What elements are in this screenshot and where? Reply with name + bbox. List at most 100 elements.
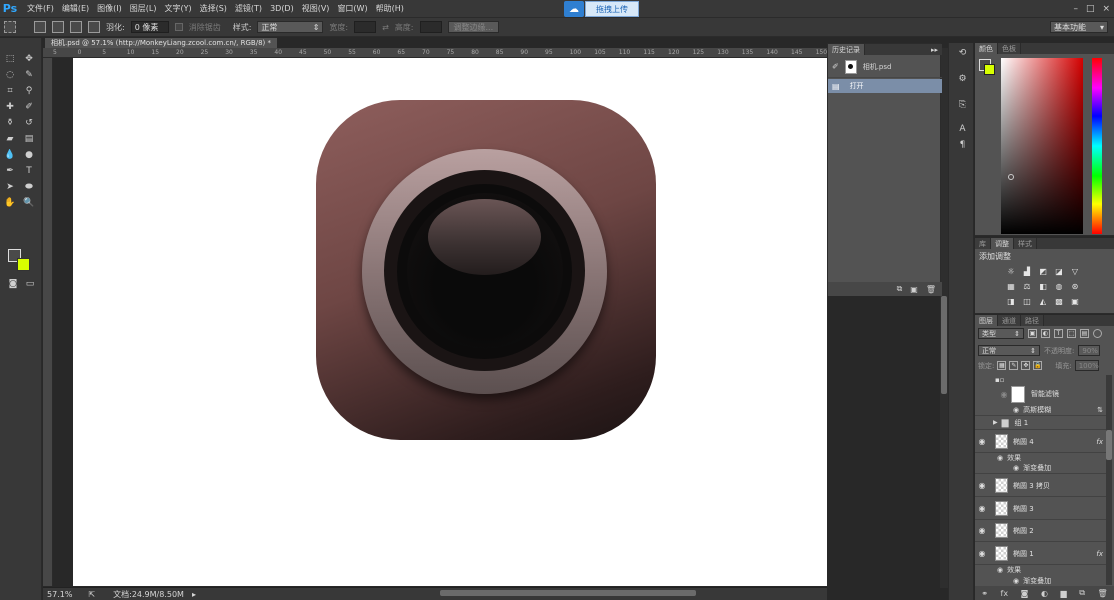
tab-adjustments[interactable]: 调整: [991, 238, 1014, 249]
healing-brush-tool-icon[interactable]: ✚: [3, 100, 17, 114]
menu-view[interactable]: 视图(V): [298, 3, 334, 14]
canvas-area[interactable]: [54, 58, 827, 586]
lock-position-icon[interactable]: ✥: [1021, 361, 1031, 370]
type-tool-icon[interactable]: T: [22, 164, 36, 178]
menu-select[interactable]: 选择(S): [196, 3, 231, 14]
add-selection-icon[interactable]: [52, 21, 64, 33]
fx-icon[interactable]: fx: [1096, 438, 1103, 446]
history-brush-source-icon[interactable]: ✐: [832, 62, 839, 71]
clone-source-icon[interactable]: ⎘: [956, 99, 969, 111]
history-snapshot[interactable]: ✐ 相机.psd: [828, 56, 942, 78]
tab-channels[interactable]: 通道: [998, 315, 1021, 326]
color-saturation-field[interactable]: [1001, 58, 1083, 234]
clone-stamp-tool-icon[interactable]: ⚱: [3, 116, 17, 130]
quick-select-tool-icon[interactable]: ✎: [22, 68, 36, 82]
group-expand-icon[interactable]: ▶: [993, 419, 998, 426]
crop-tool-icon[interactable]: ⌗: [3, 84, 17, 98]
marquee-tool-preset-icon[interactable]: [4, 21, 16, 33]
new-layer-icon[interactable]: ⧉: [1079, 588, 1085, 598]
layer-group-1[interactable]: ▶ ▆ 组 1: [975, 416, 1106, 430]
intersect-selection-icon[interactable]: [88, 21, 100, 33]
gradient-overlay-row[interactable]: ◉ 渐变叠加: [975, 575, 1106, 586]
refine-edge-button[interactable]: 调整边缘...: [447, 21, 500, 33]
trash-icon[interactable]: 🗑: [926, 285, 936, 294]
eye-icon[interactable]: ◉: [997, 454, 1003, 462]
lock-all-icon[interactable]: 🔒: [1033, 361, 1043, 370]
eye-icon[interactable]: ◉: [975, 526, 989, 535]
zoom-level[interactable]: 57.1%: [47, 590, 72, 599]
tab-history[interactable]: 历史记录: [828, 44, 865, 55]
blend-mode-select[interactable]: 正常 ⇕: [978, 345, 1040, 356]
filter-blending-options-icon[interactable]: ⇅: [1097, 406, 1103, 414]
dodge-tool-icon[interactable]: ●: [22, 148, 36, 162]
history-brush-tool-icon[interactable]: ↺: [22, 116, 36, 130]
feather-input[interactable]: 0 像素: [130, 21, 169, 33]
layer-filter-select[interactable]: 类型 ⇕: [978, 328, 1024, 339]
horizontal-scrollbar[interactable]: [440, 590, 696, 596]
layer-ellipse-3[interactable]: ◉ 椭圆 3: [975, 498, 1106, 520]
posterize-icon[interactable]: ◫: [1021, 295, 1033, 307]
menu-image[interactable]: 图像(I): [93, 3, 126, 14]
invert-icon[interactable]: ◨: [1005, 295, 1017, 307]
subtract-selection-icon[interactable]: [70, 21, 82, 33]
delete-layer-icon[interactable]: 🗑: [1098, 589, 1108, 598]
style-select[interactable]: 正常 ⇕: [257, 21, 324, 33]
menu-layer[interactable]: 图层(L): [126, 3, 161, 14]
history-state-open[interactable]: ▤ 打开: [828, 79, 942, 93]
vertical-scroll-thumb[interactable]: [941, 296, 947, 394]
black-white-icon[interactable]: ◧: [1037, 280, 1049, 292]
eye-icon[interactable]: ◉: [997, 566, 1003, 574]
eye-icon[interactable]: ◉: [975, 504, 989, 513]
pen-tool-icon[interactable]: ✒: [3, 164, 17, 178]
eye-icon[interactable]: ◉: [1013, 464, 1019, 472]
fill-input[interactable]: 100%: [1074, 360, 1099, 371]
filter-toggle-icon[interactable]: [1093, 329, 1102, 338]
selective-color-icon[interactable]: ▣: [1069, 295, 1081, 307]
brush-tool-icon[interactable]: ✐: [22, 100, 36, 114]
eyedropper-tool-icon[interactable]: ⚲: [22, 84, 36, 98]
menu-window[interactable]: 窗口(W): [333, 3, 371, 14]
export-icon[interactable]: ⇱: [88, 590, 95, 599]
color-picker-cursor[interactable]: [1008, 174, 1014, 180]
color-hue-slider[interactable]: [1092, 58, 1102, 234]
add-mask-icon[interactable]: ◙: [1021, 589, 1029, 598]
width-input[interactable]: [354, 21, 377, 33]
exposure-icon[interactable]: ◪: [1053, 265, 1065, 277]
tab-swatches[interactable]: 色板: [998, 43, 1021, 54]
tab-paths[interactable]: 路径: [1021, 315, 1044, 326]
curves-icon[interactable]: ◩: [1037, 265, 1049, 277]
background-color-swatch[interactable]: [17, 258, 30, 271]
layer-ellipse-2[interactable]: ◉ 椭圆 2: [975, 520, 1106, 542]
gradient-overlay-row[interactable]: ◉ 渐变叠加: [975, 463, 1106, 474]
properties-panel-icon[interactable]: ⚙: [956, 73, 969, 85]
new-group-icon[interactable]: ▆: [1061, 589, 1067, 598]
eye-icon[interactable]: ◉: [975, 437, 989, 446]
new-document-from-state-icon[interactable]: ⧉: [897, 284, 903, 294]
hue-saturation-icon[interactable]: ▦: [1005, 280, 1017, 292]
layer-ellipse-4[interactable]: ◉ 椭圆 4 fx: [975, 431, 1106, 453]
photo-filter-icon[interactable]: ◍: [1053, 280, 1065, 292]
menu-3d[interactable]: 3D(D): [266, 4, 298, 13]
blur-tool-icon[interactable]: 💧: [3, 148, 17, 162]
close-button[interactable]: ×: [1102, 4, 1110, 14]
history-panel-icon[interactable]: ⟲: [956, 47, 969, 59]
document-canvas[interactable]: [73, 58, 827, 586]
path-select-tool-icon[interactable]: ➤: [3, 180, 17, 194]
filter-pixel-icon[interactable]: ▣: [1028, 329, 1037, 338]
zoom-tool-icon[interactable]: 🔍: [22, 196, 36, 210]
ellipse-tool-icon[interactable]: ⬬: [22, 180, 36, 194]
channel-mixer-icon[interactable]: ⊛: [1069, 280, 1081, 292]
filter-shape-icon[interactable]: ⬚: [1067, 329, 1076, 338]
quick-mask-icon[interactable]: ◙: [6, 277, 20, 291]
document-tab[interactable]: 相机.psd @ 57.1% (http://MonkeyLiang.zcool…: [45, 38, 277, 48]
gradient-map-icon[interactable]: ▩: [1053, 295, 1065, 307]
workspace-select[interactable]: 基本功能 ▾: [1050, 21, 1108, 33]
new-selection-icon[interactable]: [34, 21, 46, 33]
menu-edit[interactable]: 编辑(E): [58, 3, 93, 14]
gaussian-blur-row[interactable]: ◉ 高斯模糊 ⇅: [975, 405, 1106, 416]
levels-icon[interactable]: ▟: [1021, 265, 1033, 277]
rect-marquee-tool-icon[interactable]: ⬚: [3, 52, 17, 66]
lock-transparent-icon[interactable]: ▦: [997, 361, 1007, 370]
filter-visibility-icon[interactable]: ◉: [1013, 406, 1019, 414]
move-tool-icon[interactable]: ✥: [22, 52, 36, 66]
